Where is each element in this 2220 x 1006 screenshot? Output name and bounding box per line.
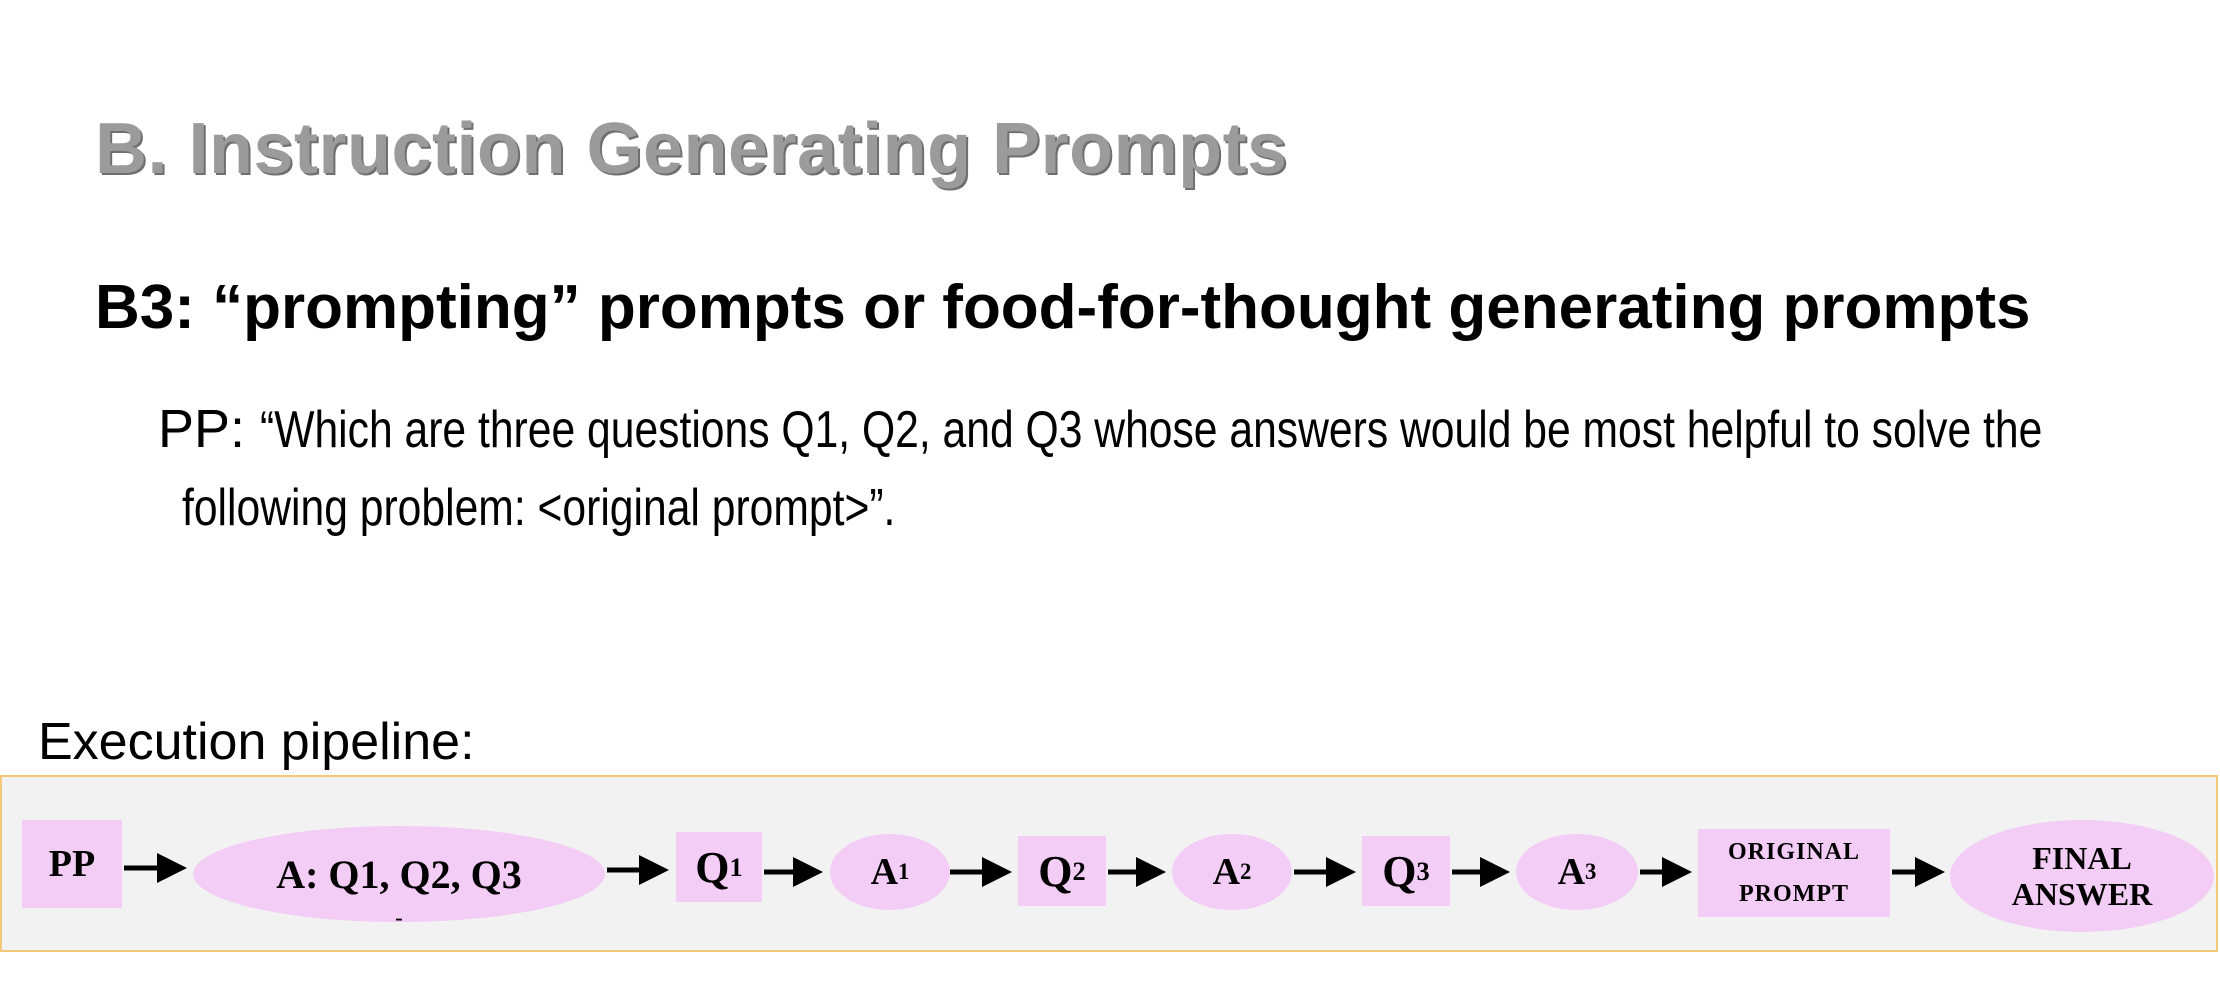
pipeline-arrows [124,853,1945,887]
